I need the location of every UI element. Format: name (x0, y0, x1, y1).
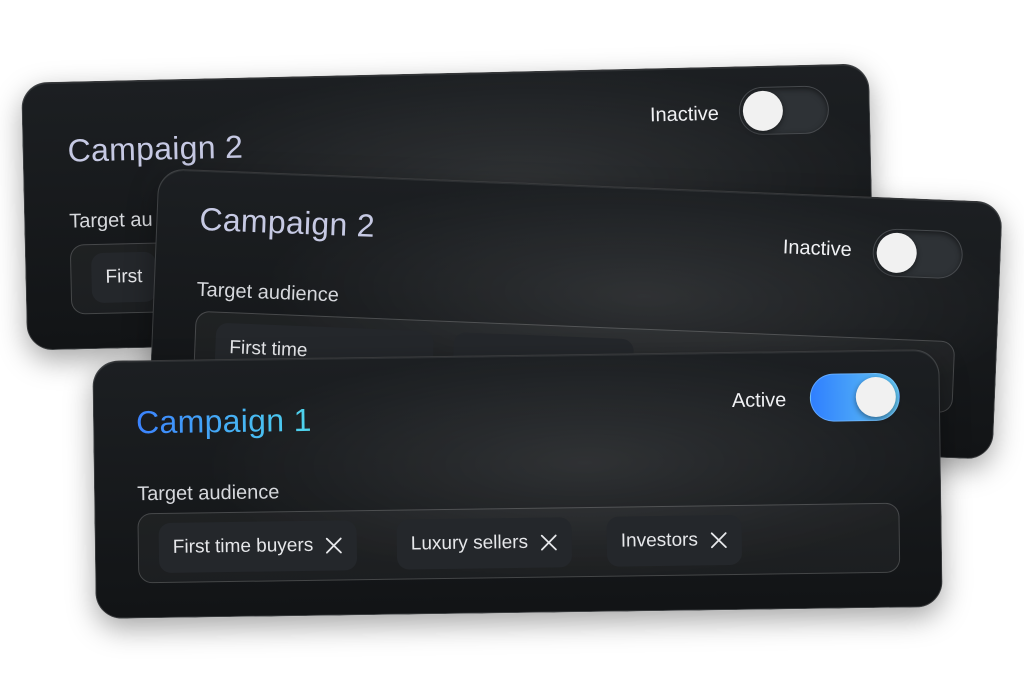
campaign-title: Campaign 2 (198, 200, 376, 244)
status-toggle[interactable] (809, 372, 901, 422)
audience-tag-label: First (105, 265, 143, 288)
audience-tag-luxury-sellers[interactable]: Luxury sellers (396, 517, 573, 570)
audience-tag-label: First time buyers (172, 534, 314, 558)
toggle-knob[interactable] (875, 232, 918, 274)
toggle-knob[interactable] (855, 376, 897, 418)
audience-tag-label: Luxury sellers (410, 531, 529, 555)
campaign-card-front: Campaign 1 Active Target audience First … (92, 349, 943, 619)
close-icon[interactable] (540, 533, 558, 551)
audience-tag-label: Investors (620, 529, 699, 552)
audience-tag[interactable]: First (90, 251, 158, 304)
target-audience-tags[interactable]: First time buyers Luxury sellers Investo… (137, 502, 901, 584)
campaign-title: Campaign 1 (135, 401, 312, 441)
target-audience-label: Target audience (196, 278, 340, 307)
status-label: Inactive (782, 236, 853, 262)
target-audience-label: Target audience (136, 481, 280, 506)
close-icon[interactable] (710, 531, 728, 549)
audience-tag-first-time-buyers[interactable]: First time buyers (158, 520, 358, 574)
status-toggle[interactable] (871, 227, 964, 280)
status-toggle[interactable] (738, 85, 830, 136)
toggle-knob[interactable] (742, 90, 784, 132)
status-label: Active (731, 389, 787, 412)
audience-tag-investors[interactable]: Investors (606, 514, 743, 567)
status-label: Inactive (649, 102, 720, 127)
close-icon[interactable] (325, 536, 343, 554)
campaign-title: Campaign 2 (67, 128, 244, 169)
target-audience-label: Target au (68, 208, 153, 233)
campaign-cards-stage: Campaign 2 Inactive Target au First Camp… (0, 0, 1024, 682)
